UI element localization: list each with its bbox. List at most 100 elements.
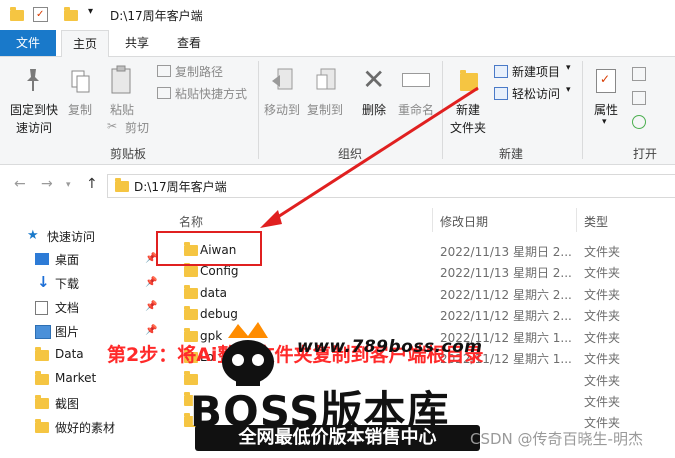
forward-arrow-icon[interactable]: → <box>41 176 53 192</box>
star-icon: ★ <box>27 228 39 243</box>
back-arrow-icon[interactable]: ← <box>14 176 26 192</box>
nav-item-label: 截图 <box>55 397 80 411</box>
cut-label: 剪切 <box>125 121 150 135</box>
file-type: 文件夹 <box>584 245 621 259</box>
copy-path-icon <box>157 65 171 77</box>
tab-home[interactable]: 主页 <box>61 30 109 58</box>
file-type: 文件夹 <box>584 331 621 345</box>
properties-button[interactable]: ✓ 属性 ▾ <box>588 61 624 137</box>
divider <box>582 61 583 159</box>
desktop-icon <box>35 253 49 265</box>
nav-item-documents[interactable]: 文档 📌 <box>35 299 157 319</box>
new-group-label: 新建 <box>499 147 524 161</box>
folder-icon <box>184 285 198 299</box>
copy-button[interactable]: 复制 <box>66 61 96 121</box>
nav-item-label: Market <box>55 371 97 385</box>
nav-item-desktop[interactable]: 桌面 📌 <box>35 251 157 271</box>
download-arrow-icon: ↓ <box>37 273 50 291</box>
history-icon[interactable] <box>632 115 646 129</box>
properties-quick-icon[interactable]: ✓ <box>33 7 48 22</box>
nav-item-data[interactable]: Data <box>35 347 84 367</box>
paste-icon <box>111 65 131 94</box>
new-item-button[interactable]: 新建项目 ▾ <box>494 63 574 81</box>
nav-item-materials[interactable]: 做好的素材 <box>35 419 116 439</box>
scissors-icon: ✂ <box>107 119 118 133</box>
file-type: 文件夹 <box>584 266 621 280</box>
copy-label: 复制 <box>68 103 93 117</box>
title-bar: ✓ ▾ D:\17周年客户端 <box>0 0 675 30</box>
pin-icon <box>27 69 39 91</box>
file-name: debug <box>200 307 238 321</box>
nav-item-downloads[interactable]: ↓ 下载 📌 <box>37 273 157 295</box>
nav-item-screenshots[interactable]: 截图 <box>35 395 80 415</box>
file-date: 2022/11/12 星期六 2... <box>440 288 572 302</box>
chevron-down-icon: ▾ <box>566 85 571 95</box>
copy-path-button[interactable]: 复制路径 <box>157 63 257 81</box>
edit-icon[interactable] <box>632 91 646 105</box>
nav-item-label: 图片 <box>55 325 80 339</box>
open-group-label: 打开 <box>633 147 658 161</box>
open-icon[interactable] <box>632 67 646 81</box>
file-type: 文件夹 <box>584 309 621 323</box>
pin-label-2: 速访问 <box>16 121 53 135</box>
copy-icon <box>71 70 90 93</box>
folder-icon <box>115 178 129 192</box>
column-header-type[interactable]: 类型 <box>584 213 608 230</box>
paste-shortcut-button[interactable]: 粘贴快捷方式 <box>157 85 257 103</box>
document-icon <box>35 301 48 315</box>
pictures-icon <box>35 325 51 339</box>
nav-quick-access-label: 快速访问 <box>47 230 96 244</box>
properties-icon: ✓ <box>596 69 616 93</box>
nav-item-label: 桌面 <box>55 253 80 267</box>
cut-button[interactable]: ✂ 剪切 <box>107 119 167 137</box>
watermark-url: www.789boss.com <box>297 337 483 357</box>
folder-icon <box>35 419 49 433</box>
easy-access-label: 轻松访问 <box>512 87 561 101</box>
nav-quick-access[interactable]: ★ 快速访问 <box>27 228 96 248</box>
nav-item-market[interactable]: Market <box>35 371 97 391</box>
quick-access-dropdown-icon[interactable]: ▾ <box>88 6 93 17</box>
nav-item-label: Data <box>55 347 84 361</box>
folder-icon <box>35 347 49 361</box>
nav-item-label: 做好的素材 <box>55 421 116 435</box>
csdn-credit: CSDN @传奇百晓生-明杰 <box>470 430 643 448</box>
clipboard-group-label: 剪贴板 <box>110 147 147 161</box>
file-type: 文件夹 <box>584 352 621 366</box>
copy-path-label: 复制路径 <box>175 65 224 79</box>
folder-icon <box>184 263 198 277</box>
file-row[interactable]: data 2022/11/12 星期六 2... 文件夹 <box>175 284 675 304</box>
highlight-box <box>156 231 262 266</box>
file-date: 2022/11/13 星期日 2... <box>440 266 572 280</box>
paste-shortcut-icon <box>157 87 171 99</box>
nav-item-label: 下载 <box>55 277 80 291</box>
recent-dropdown-icon[interactable]: ▾ <box>66 180 71 190</box>
watermark-subtitle: 全网最低价版本销售中心 <box>195 425 480 451</box>
column-divider[interactable] <box>576 208 577 232</box>
chevron-down-icon: ▾ <box>566 63 571 73</box>
file-name: data <box>200 286 228 300</box>
nav-item-label: 文档 <box>55 301 80 315</box>
window-title: D:\17周年客户端 <box>110 9 203 23</box>
paste-label: 粘贴 <box>110 103 135 117</box>
tab-file[interactable]: 文件 <box>0 30 56 56</box>
red-arrow-icon <box>260 86 479 228</box>
new-folder-quick-icon[interactable] <box>64 7 78 21</box>
file-type: 文件夹 <box>584 374 621 388</box>
new-item-label: 新建项目 <box>512 65 561 79</box>
nav-item-pictures[interactable]: 图片 📌 <box>35 323 157 343</box>
pin-to-quick-access-button[interactable]: 固定到快 速访问 <box>8 61 58 141</box>
properties-label: 属性 <box>594 103 619 117</box>
column-header-name[interactable]: 名称 <box>179 213 203 230</box>
tab-view[interactable]: 查看 <box>166 30 212 56</box>
file-name: Config <box>200 264 239 278</box>
easy-access-icon <box>494 87 508 100</box>
chevron-down-icon: ▾ <box>602 117 607 127</box>
file-type: 文件夹 <box>584 288 621 302</box>
pin-icon: 📌 <box>145 325 158 336</box>
tab-share[interactable]: 共享 <box>114 30 160 56</box>
up-arrow-icon[interactable]: ↑ <box>86 176 98 192</box>
folder-icon <box>35 371 49 385</box>
pin-icon: 📌 <box>145 277 158 288</box>
paste-button[interactable]: 粘贴 <box>106 61 138 121</box>
easy-access-button[interactable]: 轻松访问 ▾ <box>494 85 574 103</box>
